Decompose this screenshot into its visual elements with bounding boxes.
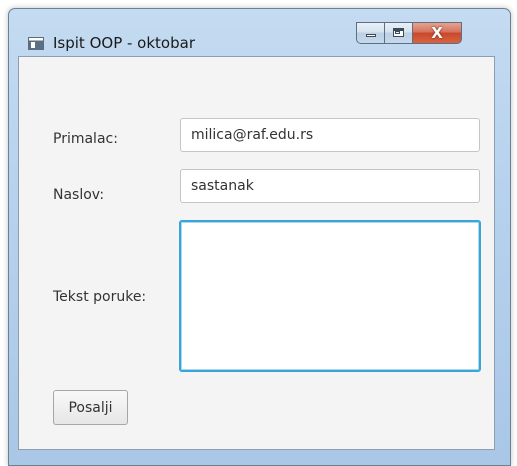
message-body-textarea[interactable] xyxy=(179,220,481,372)
maximize-icon xyxy=(393,28,404,37)
app-window-icon xyxy=(28,37,44,50)
form-panel: Primalac: milica@raf.edu.rs Naslov: sast… xyxy=(18,56,495,450)
send-button[interactable]: Posalji xyxy=(53,390,128,425)
message-body-label: Tekst poruke: xyxy=(53,289,147,305)
close-icon: X xyxy=(431,24,443,42)
recipient-field[interactable]: milica@raf.edu.rs xyxy=(180,118,480,152)
title-bar[interactable]: Ispit OOP - oktobar X xyxy=(9,9,510,59)
window-controls: X xyxy=(356,22,462,44)
minimize-icon xyxy=(366,34,376,37)
subject-field[interactable]: sastanak xyxy=(180,169,480,203)
recipient-label: Primalac: xyxy=(53,131,118,147)
minimize-button[interactable] xyxy=(356,22,385,44)
window-title: Ispit OOP - oktobar xyxy=(53,34,195,52)
close-button[interactable]: X xyxy=(413,22,462,44)
maximize-button[interactable] xyxy=(385,22,413,44)
subject-label: Naslov: xyxy=(53,187,105,203)
